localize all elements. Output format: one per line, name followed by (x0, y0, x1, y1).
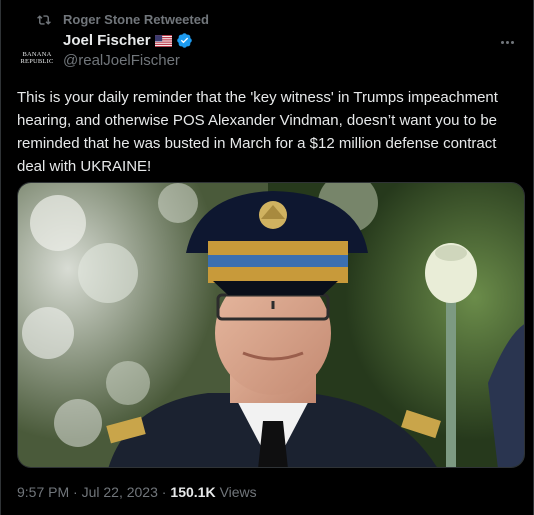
avatar-text-1: BANANA (22, 51, 52, 58)
retweet-context: Roger Stone Retweeted (37, 12, 209, 27)
tweet-photo[interactable] (17, 182, 525, 468)
officer-photo (18, 183, 524, 467)
tweet-metadata: 9:57 PM · Jul 22, 2023 · 150.1K Views (17, 484, 257, 500)
author-info: Joel Fischer @realJoelFischer (63, 32, 193, 69)
verified-badge-icon[interactable] (176, 32, 193, 49)
tweet-text: This is your daily reminder that the 'ke… (17, 89, 498, 175)
views-count: 150.1K (170, 484, 216, 500)
tweet-card[interactable]: Roger Stone Retweeted BANANA REPUBLIC Jo… (0, 0, 534, 515)
user-handle[interactable]: @realJoelFischer (63, 52, 193, 69)
views-label: Views (219, 484, 257, 500)
avatar-text-2: REPUBLIC (20, 58, 54, 65)
more-options-icon[interactable] (497, 34, 517, 50)
tweet-timestamp[interactable]: 9:57 PM · Jul 22, 2023 · (17, 484, 166, 500)
retweet-label[interactable]: Roger Stone Retweeted (63, 12, 209, 27)
us-flag-icon (154, 34, 172, 47)
retweet-icon (37, 14, 51, 25)
display-name[interactable]: Joel Fischer (63, 32, 151, 49)
avatar[interactable]: BANANA REPUBLIC (17, 38, 57, 78)
